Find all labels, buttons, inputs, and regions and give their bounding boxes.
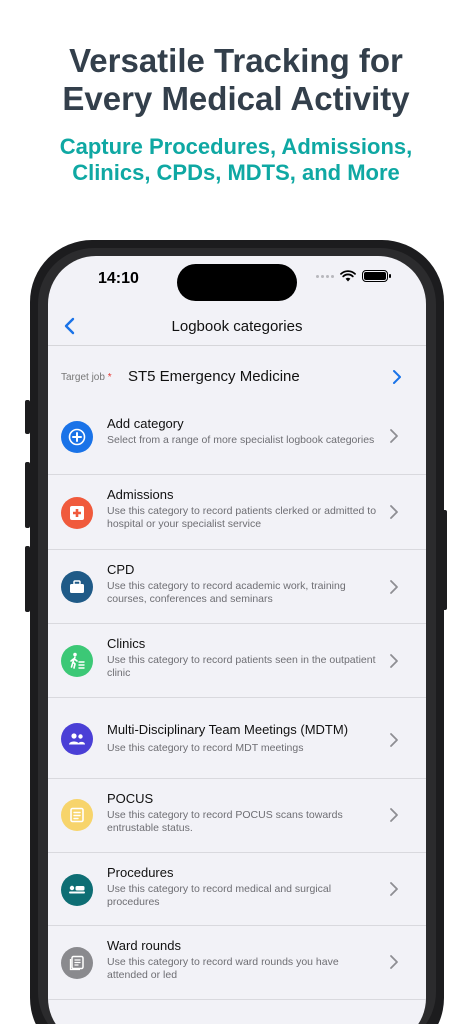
chevron-right-icon — [390, 882, 398, 896]
required-marker: * — [107, 372, 112, 383]
list-item-desc: Use this category to record medical and … — [107, 883, 332, 908]
list-item-title: Multi-Disciplinary Team Meetings (MDTM) — [107, 722, 349, 737]
plus-circle-icon — [61, 421, 93, 453]
list-item-desc: Use this category to record POCUS scans … — [107, 809, 343, 834]
list-item-cpd[interactable]: CPD Use this category to record academic… — [48, 550, 426, 624]
chevron-right-icon — [390, 733, 398, 747]
list-item-procedures[interactable]: Procedures Use this category to record m… — [48, 853, 426, 926]
list-item-pocus[interactable]: POCUS Use this category to record POCUS … — [48, 779, 426, 853]
chevron-right-icon — [390, 654, 398, 668]
promo-subline: Capture Procedures, Admissions, Clinics,… — [0, 134, 472, 186]
promo-headline: Versatile Tracking for Every Medical Act… — [0, 42, 472, 118]
bed-icon — [61, 874, 93, 906]
people-icon — [61, 723, 93, 755]
page-title: Logbook categories — [171, 318, 303, 335]
dynamic-island — [177, 264, 297, 301]
battery-icon — [362, 270, 391, 282]
list-item-desc: Select from a range of more specialist l… — [107, 434, 375, 446]
target-job-row[interactable]: Target job * ST5 Emergency Medicine — [48, 346, 426, 406]
target-job-label-text: Target job — [61, 372, 105, 383]
chevron-right-icon — [390, 955, 398, 969]
list-item-title: Clinics — [107, 636, 146, 651]
chevron-right-icon — [390, 429, 398, 443]
list-item-title: CPD — [107, 562, 135, 577]
list-item-title: Admissions — [107, 487, 174, 502]
list-item-ward-rounds[interactable]: Ward rounds Use this category to record … — [48, 926, 426, 1000]
subline-line-2: Clinics, CPDs, MDTS, and More — [72, 160, 400, 185]
target-job-label: Target job * — [61, 372, 112, 383]
list-item-add-category[interactable]: Add category Select from a range of more… — [48, 406, 426, 475]
chevron-right-icon — [390, 808, 398, 822]
chevron-right-icon — [393, 370, 401, 384]
status-time: 14:10 — [98, 270, 139, 287]
signal-icon — [316, 274, 334, 278]
list-item-desc: Use this category to record ward rounds … — [107, 956, 339, 981]
notes-icon — [61, 947, 93, 979]
nav-bar: Logbook categories — [48, 308, 426, 346]
chevron-right-icon — [390, 580, 398, 594]
walking-person-icon — [61, 645, 93, 677]
list-item-admissions[interactable]: Admissions Use this category to record p… — [48, 475, 426, 550]
list-item-title: Ward rounds — [107, 938, 181, 953]
document-icon — [61, 799, 93, 831]
list-item-clinics[interactable]: Clinics Use this category to record pati… — [48, 624, 426, 698]
list-item-title: Add category — [107, 416, 184, 431]
briefcase-icon — [61, 571, 93, 603]
target-job-value: ST5 Emergency Medicine — [128, 368, 300, 385]
headline-line-2: Every Medical Activity — [62, 80, 410, 117]
list-item-desc: Use this category to record MDT meetings — [107, 742, 304, 754]
medical-cross-icon — [61, 497, 93, 529]
list-item-desc: Use this category to record patients cle… — [107, 505, 377, 530]
chevron-right-icon — [390, 505, 398, 519]
list-item-title: POCUS — [107, 791, 154, 806]
list-item-desc: Use this category to record academic wor… — [107, 580, 346, 605]
wifi-icon — [340, 270, 356, 282]
subline-line-1: Capture Procedures, Admissions, — [59, 134, 413, 159]
list-item-desc: Use this category to record patients see… — [107, 654, 376, 679]
headline-line-1: Versatile Tracking for — [69, 42, 403, 79]
phone-screen: 14:10 Logbook categories Target job * ST… — [48, 256, 426, 1024]
list-item-mdtm[interactable]: Multi-Disciplinary Team Meetings (MDTM) … — [48, 698, 426, 779]
list-item-title: Procedures — [107, 865, 174, 880]
status-icons — [316, 270, 391, 282]
